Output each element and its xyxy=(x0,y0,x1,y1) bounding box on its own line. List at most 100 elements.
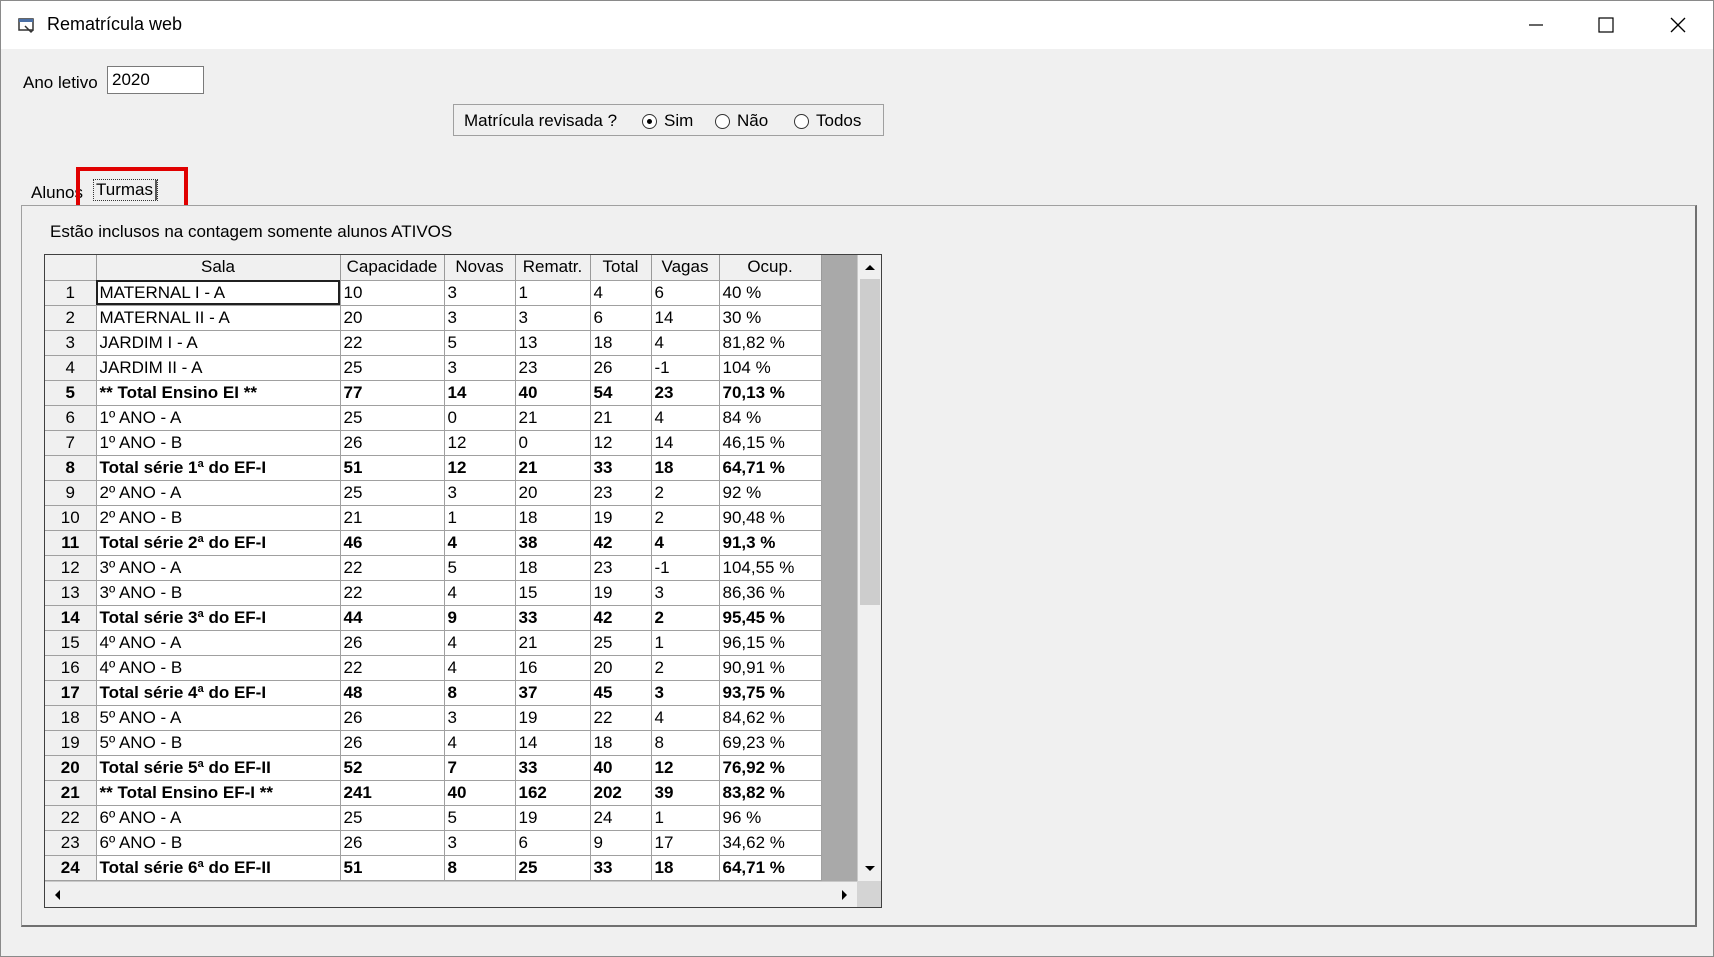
cell-novas[interactable]: 4 xyxy=(444,530,516,556)
vertical-scrollbar[interactable] xyxy=(857,255,881,881)
row-number[interactable]: 17 xyxy=(45,680,97,706)
cell-novas[interactable]: 4 xyxy=(444,580,516,606)
cell-rematr[interactable]: 15 xyxy=(515,580,591,606)
cell-novas[interactable]: 14 xyxy=(444,380,516,406)
row-number[interactable]: 2 xyxy=(45,305,97,331)
row-number[interactable]: 18 xyxy=(45,705,97,731)
table-row[interactable]: 13 3º ANO - B 22 4 15 19 3 86,36 % xyxy=(45,580,857,606)
table-row[interactable]: 6 1º ANO - A 25 0 21 21 4 84 % xyxy=(45,405,857,431)
table-row[interactable]: 14 Total série 3ª do EF-I 44 9 33 42 2 95,45 % xyxy=(45,605,857,631)
cell-sala[interactable]: Total série 6ª do EF-II xyxy=(96,855,341,881)
cell-novas[interactable]: 3 xyxy=(444,830,516,856)
cell-rematr[interactable]: 33 xyxy=(515,605,591,631)
horizontal-scroll-thumb[interactable] xyxy=(69,885,829,905)
cell-total[interactable]: 202 xyxy=(590,780,652,806)
cell-vagas[interactable]: 1 xyxy=(651,805,720,831)
cell-rematr[interactable]: 21 xyxy=(515,630,591,656)
cell-total[interactable]: 9 xyxy=(590,830,652,856)
cell-total[interactable]: 33 xyxy=(590,455,652,481)
cell-capacidade[interactable]: 26 xyxy=(340,630,445,656)
cell-ocup[interactable]: 91,3 % xyxy=(719,530,822,556)
cell-total[interactable]: 42 xyxy=(590,530,652,556)
table-row[interactable]: 9 2º ANO - A 25 3 20 23 2 92 % xyxy=(45,480,857,506)
cell-capacidade[interactable]: 26 xyxy=(340,830,445,856)
cell-rematr[interactable]: 21 xyxy=(515,455,591,481)
cell-capacidade[interactable]: 26 xyxy=(340,430,445,456)
cell-total[interactable]: 21 xyxy=(590,405,652,431)
cell-novas[interactable]: 7 xyxy=(444,755,516,781)
cell-capacidade[interactable]: 22 xyxy=(340,580,445,606)
cell-vagas[interactable]: 3 xyxy=(651,680,720,706)
cell-vagas[interactable]: 2 xyxy=(651,505,720,531)
cell-ocup[interactable]: 84 % xyxy=(719,405,822,431)
table-row[interactable]: 7 1º ANO - B 26 12 0 12 14 46,15 % xyxy=(45,430,857,456)
table-row[interactable]: 10 2º ANO - B 21 1 18 19 2 90,48 % xyxy=(45,505,857,531)
cell-rematr[interactable]: 37 xyxy=(515,680,591,706)
row-number[interactable]: 20 xyxy=(45,755,97,781)
cell-total[interactable]: 18 xyxy=(590,330,652,356)
cell-total[interactable]: 20 xyxy=(590,655,652,681)
cell-rematr[interactable]: 16 xyxy=(515,655,591,681)
cell-total[interactable]: 6 xyxy=(590,305,652,331)
cell-capacidade[interactable]: 51 xyxy=(340,855,445,881)
row-number[interactable]: 8 xyxy=(45,455,97,481)
cell-total[interactable]: 4 xyxy=(590,280,652,306)
table-row[interactable]: 23 6º ANO - B 26 3 6 9 17 34,62 % xyxy=(45,830,857,856)
header-sala[interactable]: Sala xyxy=(96,255,341,281)
cell-sala[interactable]: MATERNAL II - A xyxy=(96,305,341,331)
row-number[interactable]: 5 xyxy=(45,380,97,406)
cell-sala[interactable]: ** Total Ensino EF-I ** xyxy=(96,780,341,806)
cell-novas[interactable]: 9 xyxy=(444,605,516,631)
cell-ocup[interactable]: 96,15 % xyxy=(719,630,822,656)
cell-novas[interactable]: 1 xyxy=(444,505,516,531)
cell-novas[interactable]: 40 xyxy=(444,780,516,806)
row-number[interactable]: 16 xyxy=(45,655,97,681)
row-number[interactable]: 6 xyxy=(45,405,97,431)
cell-total[interactable]: 33 xyxy=(590,855,652,881)
cell-vagas[interactable]: 18 xyxy=(651,455,720,481)
radio-sim[interactable]: Sim xyxy=(642,111,693,131)
cell-sala[interactable]: 2º ANO - A xyxy=(96,480,341,506)
table-row[interactable]: 5 ** Total Ensino EI ** 77 14 40 54 23 70,13 % xyxy=(45,380,857,406)
header-rematr[interactable]: Rematr. xyxy=(515,255,591,281)
cell-rematr[interactable]: 1 xyxy=(515,280,591,306)
row-number[interactable]: 11 xyxy=(45,530,97,556)
table-row[interactable]: 16 4º ANO - B 22 4 16 20 2 90,91 % xyxy=(45,655,857,681)
cell-ocup[interactable]: 96 % xyxy=(719,805,822,831)
cell-vagas[interactable]: 23 xyxy=(651,380,720,406)
horizontal-scrollbar[interactable] xyxy=(45,881,857,907)
cell-ocup[interactable]: 46,15 % xyxy=(719,430,822,456)
cell-novas[interactable]: 3 xyxy=(444,480,516,506)
cell-sala[interactable]: Total série 3ª do EF-I xyxy=(96,605,341,631)
cell-vagas[interactable]: 14 xyxy=(651,430,720,456)
table-row[interactable]: 1 MATERNAL I - A 10 3 1 4 6 40 % xyxy=(45,280,857,306)
table-row[interactable]: 18 5º ANO - A 26 3 19 22 4 84,62 % xyxy=(45,705,857,731)
cell-ocup[interactable]: 93,75 % xyxy=(719,680,822,706)
cell-total[interactable]: 18 xyxy=(590,730,652,756)
cell-ocup[interactable]: 84,62 % xyxy=(719,705,822,731)
cell-vagas[interactable]: 4 xyxy=(651,530,720,556)
header-vagas[interactable]: Vagas xyxy=(651,255,720,281)
table-row[interactable]: 11 Total série 2ª do EF-I 46 4 38 42 4 91,3 % xyxy=(45,530,857,556)
cell-sala[interactable]: Total série 4ª do EF-I xyxy=(96,680,341,706)
cell-total[interactable]: 24 xyxy=(590,805,652,831)
header-novas[interactable]: Novas xyxy=(444,255,516,281)
row-number[interactable]: 10 xyxy=(45,505,97,531)
cell-capacidade[interactable]: 25 xyxy=(340,480,445,506)
row-number[interactable]: 23 xyxy=(45,830,97,856)
cell-ocup[interactable]: 81,82 % xyxy=(719,330,822,356)
cell-capacidade[interactable]: 26 xyxy=(340,730,445,756)
cell-ocup[interactable]: 69,23 % xyxy=(719,730,822,756)
cell-sala[interactable]: 6º ANO - A xyxy=(96,805,341,831)
header-ocup[interactable]: Ocup. xyxy=(719,255,822,281)
cell-sala[interactable]: 4º ANO - A xyxy=(96,630,341,656)
cell-rematr[interactable]: 33 xyxy=(515,755,591,781)
table-row[interactable]: 22 6º ANO - A 25 5 19 24 1 96 % xyxy=(45,805,857,831)
cell-rematr[interactable]: 20 xyxy=(515,480,591,506)
cell-novas[interactable]: 3 xyxy=(444,705,516,731)
cell-vagas[interactable]: 6 xyxy=(651,280,720,306)
cell-sala[interactable]: ** Total Ensino EI ** xyxy=(96,380,341,406)
cell-capacidade[interactable]: 25 xyxy=(340,405,445,431)
table-row[interactable]: 15 4º ANO - A 26 4 21 25 1 96,15 % xyxy=(45,630,857,656)
row-number[interactable]: 4 xyxy=(45,355,97,381)
